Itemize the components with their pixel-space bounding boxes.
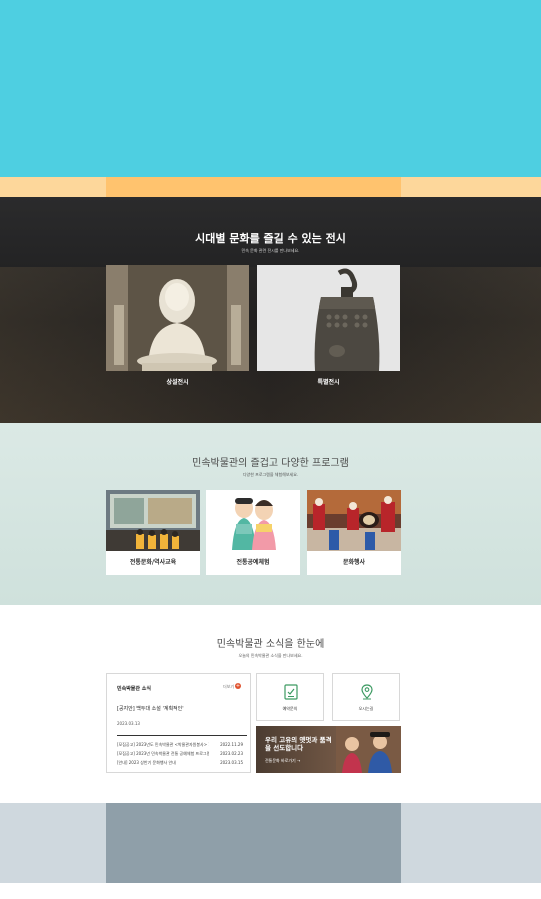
color-stripe (0, 177, 541, 197)
reservation-doc-icon (284, 684, 298, 700)
program-card-events-label: 문화행사 (342, 559, 366, 566)
program-card-education[interactable]: 전통문화/역사교육 (106, 490, 200, 575)
buddha-statue-image (106, 265, 249, 371)
exhibition-section: 시대별 문화를 즐길 수 있는 전시 민속 문화 관련 전시를 만나보세요. 상… (0, 197, 541, 423)
page-bottom-spacer (0, 883, 541, 899)
news-subtitle: 오늘의 민속박물관 소식을 만나보세요. (238, 653, 303, 658)
program-card-crafts[interactable]: 전통공예체험 (206, 490, 300, 575)
news-item-title: [모집공고] 2023년 민속박물관 전통 공예체험 프로그램 모집 (117, 751, 209, 756)
program-title: 민속박물관의 즐겁고 다양한 프로그램 (192, 458, 349, 469)
news-divider (117, 735, 247, 736)
news-board-heading: 민속박물관 소식 (117, 686, 151, 692)
exhibition-subtitle: 민속 문화 관련 전시를 만나보세요. (241, 248, 300, 253)
heritage-promo-banner[interactable]: 우리 고유의 옛멋과 품격을 선도합니다 전통문화 바로가기 → (256, 726, 401, 773)
news-item-title: [모집공고] 2023년도 민속박물관 <박물관자원봉사> 1... (117, 742, 209, 747)
promo-banner-text: 우리 고유의 옛멋과 품격을 선도합니다 (265, 736, 332, 752)
footer-banner-center (106, 803, 401, 883)
program-card-events[interactable]: 문화행사 (307, 490, 401, 575)
children-museum-tour-image (106, 490, 200, 551)
exhibition-card-special[interactable] (257, 265, 400, 371)
news-featured-title[interactable]: [공지안] 백두대 소설 '계획적인' (117, 705, 184, 712)
news-section: 민속박물관 소식을 한눈에 오늘의 민속박물관 소식을 만나보세요. 민속박물관… (0, 605, 541, 803)
bronze-bell-image (257, 265, 400, 371)
news-featured-date: 2023.03.13 (117, 721, 140, 726)
quick-link-reservation[interactable]: 예약문의 (256, 673, 324, 721)
program-subtitle: 다양한 프로그램을 체험해보세요. (242, 472, 299, 477)
quick-link-directions[interactable]: 오시는길 (332, 673, 400, 721)
news-item-date: 2022.11.29 (220, 742, 243, 747)
footer-banner (0, 803, 541, 883)
news-title: 민속박물관 소식을 한눈에 (216, 639, 325, 650)
page: 시대별 문화를 즐길 수 있는 전시 민속 문화 관련 전시를 만나보세요. 상… (0, 0, 541, 899)
program-section: 민속박물관의 즐겁고 다양한 프로그램 다양한 프로그램을 체험해보세요. 전통… (0, 423, 541, 605)
promo-banner-link[interactable]: 전통문화 바로가기 → (265, 758, 300, 764)
hero-banner[interactable] (0, 0, 541, 177)
program-card-crafts-label: 전통공예체험 (236, 559, 270, 566)
location-pin-icon (361, 684, 373, 700)
news-more-link[interactable]: 더보기 (223, 684, 234, 690)
news-item-title: [안내] 2023 상반기 문화행사 안내 (117, 760, 176, 765)
exhibition-card-permanent[interactable] (106, 265, 249, 371)
program-card-education-label: 전통문화/역사교육 (129, 559, 177, 566)
traditional-dolls-image (206, 490, 300, 551)
traditional-drum-performance-image (307, 490, 401, 551)
color-stripe-center (106, 177, 401, 197)
news-item-date: 2023.03.15 (220, 760, 243, 765)
exhibition-card-permanent-label[interactable]: 상설전시 (106, 377, 249, 386)
exhibition-card-special-label[interactable]: 특별전시 (257, 377, 400, 386)
quick-link-directions-label: 오시는길 (358, 706, 374, 711)
exhibition-title: 시대별 문화를 즐길 수 있는 전시 (195, 232, 346, 245)
plus-icon[interactable]: + (235, 683, 241, 689)
news-board: 민속박물관 소식 더보기 + [공지안] 백두대 소설 '계획적인' 2023.… (106, 673, 251, 773)
news-item-date: 2023.02.23 (220, 751, 243, 756)
quick-link-reservation-label: 예약문의 (282, 706, 298, 711)
